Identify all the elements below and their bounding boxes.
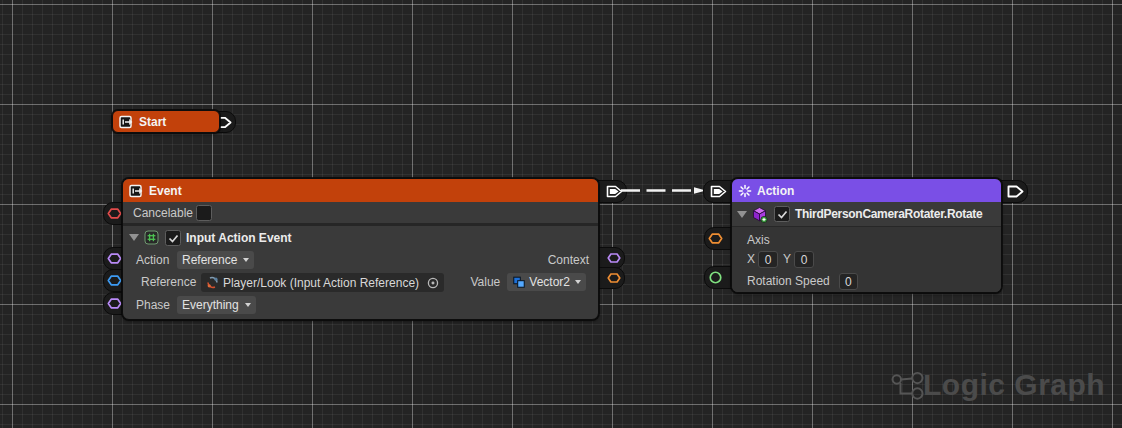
cancelable-checkbox[interactable]: [196, 205, 212, 221]
phase-label: Phase: [136, 298, 170, 312]
x-field[interactable]: 0: [758, 251, 778, 268]
axis-label: Axis: [747, 233, 770, 247]
input-action-asset-icon: [206, 276, 219, 289]
start-node-title: Start: [139, 115, 166, 129]
trigger-arrow-icon: [709, 184, 727, 199]
trigger-arrow-icon: [1006, 184, 1024, 199]
action-node-header[interactable]: Action: [732, 179, 1001, 202]
y-label: Y: [783, 252, 791, 266]
member-enabled-checkbox[interactable]: [774, 206, 790, 222]
action-node[interactable]: Action ThirdPersonCameraRotater.Rotate A…: [731, 178, 1002, 293]
reference-label: Reference: [141, 275, 196, 289]
event-enabled-checkbox[interactable]: [165, 230, 181, 246]
event-node-header[interactable]: Event: [123, 179, 598, 202]
script-cube-icon: [751, 206, 768, 223]
object-picker-icon[interactable]: [427, 277, 439, 289]
action-dropdown[interactable]: Reference: [177, 251, 254, 269]
dropdown-caret-icon: [243, 258, 249, 262]
context-label: Context: [548, 253, 589, 267]
event-icon: [129, 184, 144, 198]
rotation-speed-field[interactable]: 0: [839, 273, 858, 290]
cancelable-label: Cancelable: [133, 206, 193, 220]
value-label: Value: [470, 275, 500, 289]
phase-dropdown[interactable]: Everything: [177, 296, 256, 314]
rotation-speed-label: Rotation Speed: [747, 274, 830, 288]
foldout-icon[interactable]: [737, 211, 747, 218]
x-label: X: [747, 252, 755, 266]
action-node-title: Action: [757, 184, 794, 198]
member-name: ThirdPersonCameraRotater.Rotate: [795, 207, 982, 221]
connection-wire[interactable]: [621, 182, 709, 199]
gear-icon: [738, 184, 752, 198]
watermark-icon: [890, 371, 926, 401]
reference-object-field[interactable]: Player/Look (Input Action Reference): [201, 273, 444, 292]
group-title: Input Action Event: [186, 231, 292, 245]
action-label: Action: [136, 253, 169, 267]
foldout-icon[interactable]: [129, 234, 139, 241]
hash-icon: [144, 230, 159, 245]
y-field[interactable]: 0: [794, 251, 814, 268]
event-node[interactable]: Event Cancelable Input Action Event Acti…: [122, 178, 599, 320]
watermark-text: Logic Graph: [923, 368, 1105, 402]
vector2-icon: [512, 275, 526, 289]
dropdown-caret-icon: [575, 280, 581, 284]
start-node[interactable]: Start: [112, 110, 220, 133]
dropdown-caret-icon: [245, 303, 251, 307]
event-icon: [119, 115, 134, 129]
value-type-dropdown[interactable]: Vector2: [507, 273, 586, 291]
event-node-title: Event: [149, 184, 182, 198]
graph-canvas[interactable]: Start Event C: [0, 0, 1122, 428]
